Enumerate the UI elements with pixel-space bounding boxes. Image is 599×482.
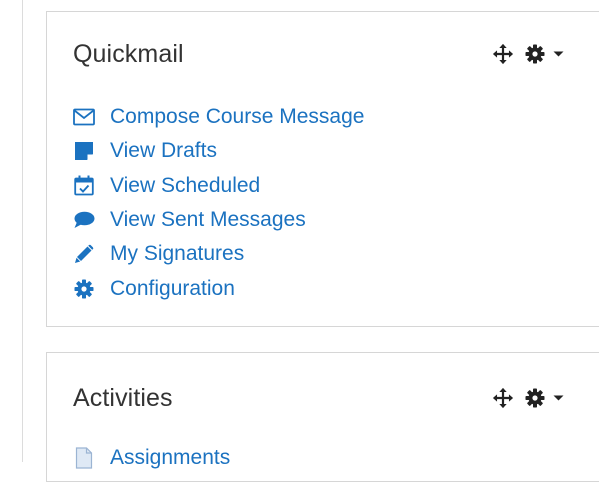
quickmail-links: Compose Course Message View Drafts View …: [73, 100, 364, 306]
caret-down-icon[interactable]: [552, 387, 564, 409]
note-icon: [73, 140, 95, 162]
comment-icon: [73, 209, 95, 231]
left-column-edge: [0, 0, 23, 462]
list-item: View Scheduled: [73, 169, 364, 203]
activities-block-title: Activities: [73, 384, 173, 412]
activities-links: Assignments: [73, 441, 230, 475]
assignments-link[interactable]: Assignments: [110, 446, 230, 470]
activities-block-controls: [491, 387, 564, 409]
gear-icon[interactable]: [524, 43, 546, 65]
file-icon: [73, 447, 95, 469]
move-icon[interactable]: [491, 387, 515, 409]
list-item: View Sent Messages: [73, 203, 364, 237]
list-item: Compose Course Message: [73, 100, 364, 134]
quickmail-block-controls: [491, 43, 564, 65]
list-item: Assignments: [73, 441, 230, 475]
list-item: Configuration: [73, 271, 364, 305]
cog-icon: [73, 278, 95, 300]
caret-down-icon[interactable]: [552, 43, 564, 65]
my-signatures-link[interactable]: My Signatures: [110, 242, 244, 266]
gear-icon[interactable]: [524, 387, 546, 409]
move-icon[interactable]: [491, 43, 515, 65]
quickmail-block-title: Quickmail: [73, 40, 184, 68]
envelope-icon: [73, 106, 95, 128]
compose-course-message-link[interactable]: Compose Course Message: [110, 105, 364, 129]
quickmail-block: Quickmail Compose Course Message View Dr…: [46, 11, 599, 327]
calendar-check-icon: [73, 175, 95, 197]
view-sent-messages-link[interactable]: View Sent Messages: [110, 208, 306, 232]
configuration-link[interactable]: Configuration: [110, 277, 235, 301]
view-drafts-link[interactable]: View Drafts: [110, 139, 217, 163]
list-item: View Drafts: [73, 134, 364, 168]
pencil-icon: [73, 243, 95, 265]
activities-block: Activities Assignments: [46, 352, 599, 482]
view-scheduled-link[interactable]: View Scheduled: [110, 174, 260, 198]
list-item: My Signatures: [73, 237, 364, 271]
